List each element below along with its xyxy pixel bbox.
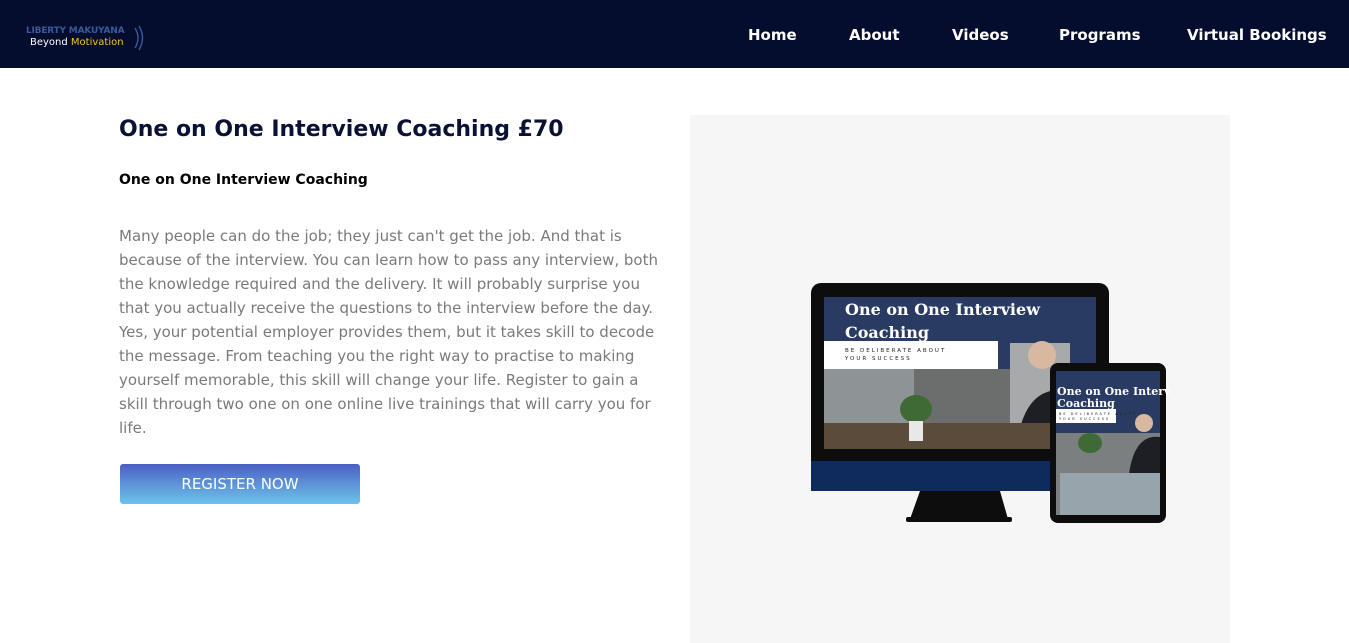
mockup-tag-line2: YOUR SUCCESS [844,356,912,362]
mockup-tag-line1: BE DELIBERATE ABOUT [845,348,946,354]
brand-tagline-prefix: Beyond [30,37,68,48]
tablet-tag-line1: BE DELIBERATE ABOUT [1059,412,1137,416]
logo-wave-icon [134,25,144,51]
page-subtitle: One on One Interview Coaching [119,172,368,188]
description-paragraph: Many people can do the job; they just ca… [119,227,658,437]
device-mockup-image: One on One Interview Coaching BE DELIBER… [811,283,1170,523]
brand-tagline-accent: Motivation [70,37,124,48]
tablet-mockup: One on One Interview Coaching BE DELIBER… [1050,363,1170,523]
mockup-title-line2: Coaching [845,323,929,342]
page-title: One on One Interview Coaching £70 [119,117,564,142]
nav-about[interactable]: About [849,26,900,44]
nav-programs[interactable]: Programs [1059,26,1141,44]
tablet-tag-line2: YOUR SUCCESS [1059,417,1110,421]
nav-virtual-bookings[interactable]: Virtual Bookings [1187,26,1327,44]
brand-tagline: Beyond Motivation [30,37,124,48]
brand-logo[interactable]: LIBERTY MAKUYANA Beyond Motivation [26,24,151,52]
top-navbar: LIBERTY MAKUYANA Beyond Motivation Home … [0,0,1349,68]
register-now-button[interactable]: REGISTER NOW [120,464,360,504]
mockup-title-line1: One on One Interview [845,300,1041,319]
nav-home[interactable]: Home [748,26,797,44]
tablet-title-line2: Coaching [1057,397,1115,410]
brand-name: LIBERTY MAKUYANA [26,26,125,36]
nav-videos[interactable]: Videos [952,26,1009,44]
